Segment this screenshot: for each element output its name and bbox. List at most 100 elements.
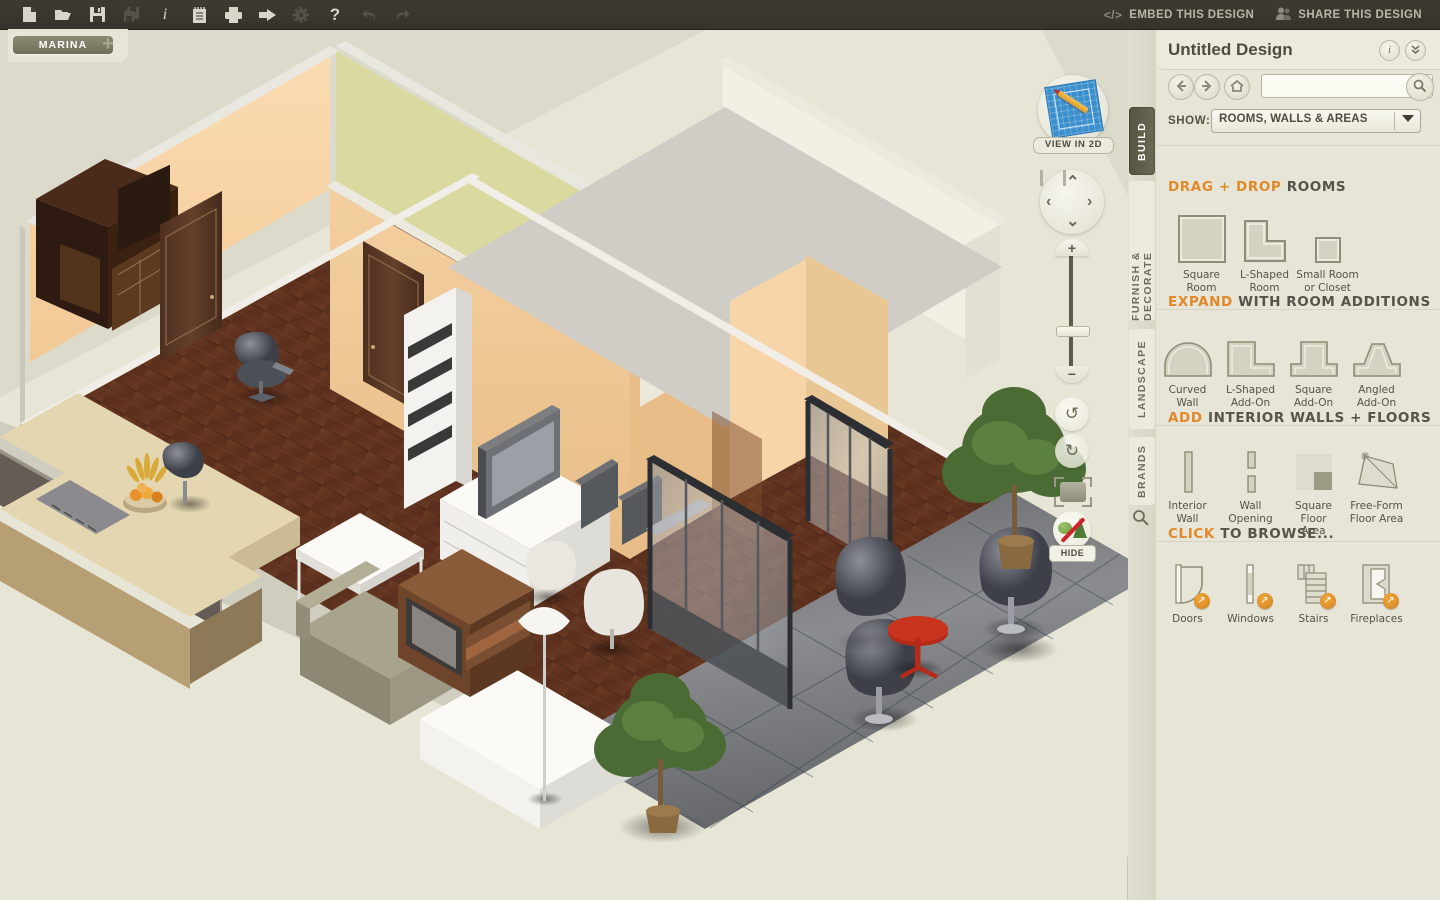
rotate-left-button[interactable]: ↺ xyxy=(1055,397,1089,431)
label-line2: Room xyxy=(1186,281,1217,294)
add-tab-button[interactable]: + xyxy=(99,34,117,54)
browse-doors[interactable]: ↗ Doors xyxy=(1156,563,1219,626)
back-button[interactable] xyxy=(1168,74,1194,100)
search-submit-button[interactable] xyxy=(1406,73,1434,101)
section-rest-browse: TO BROWSE... xyxy=(1220,526,1335,542)
show-dropdown-value: ROOMS, WALLS & AREAS xyxy=(1219,113,1368,125)
panel-nav-row xyxy=(1156,72,1440,104)
share-this-design-button[interactable]: SHARE THIS DESIGN xyxy=(1268,7,1430,23)
label-line2: Wall xyxy=(1176,396,1199,409)
label-line1: Curved xyxy=(1168,384,1207,396)
save-icon[interactable] xyxy=(80,0,114,29)
pan-left-arrow[interactable]: ‹ xyxy=(1046,194,1051,210)
mode-tab-rail: BUILD FURNISH & DECORATE LANDSCAPE BRAND… xyxy=(1128,29,1156,900)
zoom-slider-track[interactable] xyxy=(1069,253,1073,369)
pan-right-arrow[interactable]: › xyxy=(1087,194,1092,210)
label-line1: Stairs xyxy=(1298,613,1329,625)
redo-icon[interactable] xyxy=(386,0,420,29)
panel-search-box[interactable] xyxy=(1261,73,1434,101)
embed-label: EMBED THIS DESIGN xyxy=(1129,8,1255,21)
addition-l-shaped-add-on[interactable]: L-Shaped Add-On xyxy=(1219,334,1282,409)
interior-grid: Interior Wall Wall Opening Square Floor … xyxy=(1156,450,1440,538)
chevron-down-icon xyxy=(1402,115,1414,122)
browse-fireplaces[interactable]: ↗ Fireplaces xyxy=(1345,563,1408,626)
label-line1: Interior xyxy=(1168,500,1207,512)
section-accent-rooms: DRAG + DROP xyxy=(1168,179,1282,195)
browse-stairs[interactable]: ↗ Stairs xyxy=(1282,563,1345,626)
tool-wall-opening[interactable]: Wall Opening xyxy=(1219,450,1282,538)
search-icon[interactable] xyxy=(1132,509,1152,529)
label-line1: Angled xyxy=(1358,384,1395,396)
help-question-icon[interactable]: ? xyxy=(318,0,352,29)
square-add-on-icon xyxy=(1289,341,1338,377)
browse-arrow-badge: ↗ xyxy=(1193,593,1210,609)
room-square-room[interactable]: Square Room xyxy=(1170,215,1233,294)
zoom-out-label: − xyxy=(1067,366,1077,382)
pan-up-arrow[interactable]: ⌃ xyxy=(1066,175,1079,191)
toolbar-right-links: </> EMBED THIS DESIGN SHARE THIS DESIGN xyxy=(1096,0,1430,29)
notes-icon[interactable] xyxy=(182,0,216,29)
room-small-room-or-closet[interactable]: Small Room or Closet xyxy=(1296,219,1359,294)
addition-square-add-on[interactable]: Square Add-On xyxy=(1282,334,1345,409)
pan-navigation-disc[interactable]: ⌃ ⌄ ‹ › xyxy=(1040,170,1104,234)
design-canvas[interactable]: VIEW IN 2D ⌃ ⌄ ‹ › + − ↺ ↻ HIDE xyxy=(0,29,1128,900)
export-icon[interactable] xyxy=(250,0,284,29)
open-folder-icon[interactable] xyxy=(46,0,80,29)
zoom-slider-thumb[interactable] xyxy=(1056,326,1090,337)
embed-this-design-button[interactable]: </> EMBED THIS DESIGN xyxy=(1096,8,1263,22)
angled-add-on-icon xyxy=(1352,343,1401,377)
home-button[interactable] xyxy=(1224,74,1250,100)
forward-button[interactable] xyxy=(1194,74,1220,100)
rotate-right-button[interactable]: ↻ xyxy=(1055,434,1089,468)
tool-free-form-floor-area[interactable]: Free-Form Floor Area xyxy=(1345,450,1408,538)
vtab-build[interactable]: BUILD xyxy=(1129,107,1155,175)
share-label: SHARE THIS DESIGN xyxy=(1298,8,1422,21)
label-line1: Square xyxy=(1295,384,1332,396)
new-document-icon[interactable] xyxy=(12,0,46,29)
vtab-brands[interactable]: BRANDS xyxy=(1129,437,1155,505)
label-line1: Square Floor xyxy=(1295,500,1332,525)
label-line1: Doors xyxy=(1172,613,1203,625)
search-input[interactable] xyxy=(1266,77,1408,96)
tool-interior-wall[interactable]: Interior Wall xyxy=(1156,450,1219,538)
info-icon[interactable]: i xyxy=(148,0,182,29)
label-line1: Small Room xyxy=(1296,269,1359,281)
camera-frame-button[interactable] xyxy=(1054,477,1092,507)
vtab-furnish-decorate[interactable]: FURNISH & DECORATE xyxy=(1129,181,1155,321)
addition-angled-add-on[interactable]: Angled Add-On xyxy=(1345,334,1408,409)
show-dropdown[interactable]: ROOMS, WALLS & AREAS xyxy=(1211,109,1421,133)
wall-opening-icon xyxy=(1246,451,1256,493)
view-in-2d-button[interactable] xyxy=(1038,75,1108,145)
zoom-out-button[interactable]: − xyxy=(1055,366,1089,383)
label-line2: Room xyxy=(1249,281,1280,294)
room-l-shaped-room[interactable]: L-Shaped Room xyxy=(1233,219,1296,294)
build-panel: Untitled Design i SHOW: ROOMS, WALLS & A… xyxy=(1156,29,1440,900)
view-in-2d-label[interactable]: VIEW IN 2D xyxy=(1033,137,1114,154)
hide-vegetation-button[interactable] xyxy=(1053,511,1091,549)
section-title-interior: ADD INTERIOR WALLS + FLOORS xyxy=(1168,410,1431,426)
vtab-landscape[interactable]: LANDSCAPE xyxy=(1129,329,1155,429)
settings-gear-icon[interactable] xyxy=(284,0,318,29)
section-rest-interior: INTERIOR WALLS + FLOORS xyxy=(1207,410,1432,426)
label-line2: Opening xyxy=(1228,512,1273,525)
label-line1: L-Shaped xyxy=(1240,269,1289,281)
document-tab-marina[interactable]: MARINA xyxy=(13,36,113,54)
free-form-floor-area-icon xyxy=(1357,452,1398,489)
l-shaped-add-on-icon xyxy=(1226,341,1275,377)
floorplan-3d-scene xyxy=(0,41,1128,843)
browse-arrow-badge: ↗ xyxy=(1382,593,1399,609)
tool-square-floor-area[interactable]: Square Floor Area xyxy=(1282,450,1345,538)
print-icon[interactable] xyxy=(216,0,250,29)
save-as-icon[interactable] xyxy=(114,0,148,29)
divider xyxy=(1156,145,1440,146)
recenter-view-button[interactable] xyxy=(1040,170,1066,186)
addition-curved-wall[interactable]: Curved Wall xyxy=(1156,334,1219,409)
section-rest-additions: WITH ROOM ADDITIONS xyxy=(1238,294,1431,310)
label-line1: Fireplaces xyxy=(1350,613,1403,625)
browse-windows[interactable]: ↗ Windows xyxy=(1219,563,1282,626)
pan-down-arrow[interactable]: ⌄ xyxy=(1066,214,1079,230)
undo-icon[interactable] xyxy=(352,0,386,29)
browse-arrow-badge: ↗ xyxy=(1256,593,1273,609)
zoom-in-button[interactable]: + xyxy=(1055,239,1089,256)
section-accent-additions: EXPAND xyxy=(1168,294,1233,310)
